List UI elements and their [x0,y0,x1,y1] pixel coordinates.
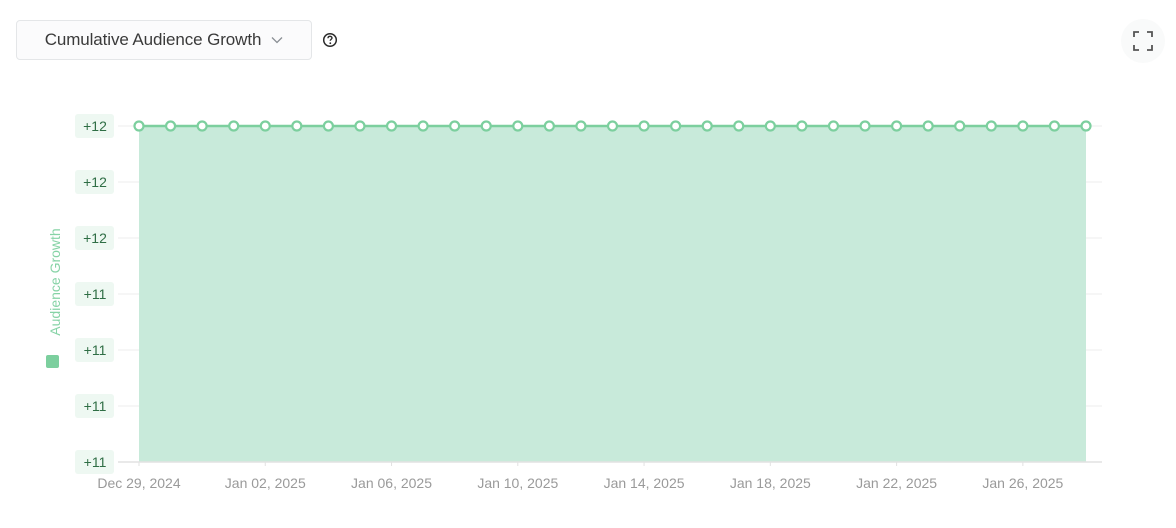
data-point[interactable] [228,120,240,132]
data-point[interactable] [354,120,366,132]
y-tick-label: +11 [84,286,107,302]
data-point[interactable] [322,120,334,132]
data-point[interactable] [638,120,650,132]
data-point[interactable] [385,120,398,132]
x-tick-label: Jan 02, 2025 [225,475,306,491]
data-point[interactable] [449,120,461,132]
y-axis-label: Audience Growth [47,228,63,335]
data-point[interactable] [480,120,492,132]
y-tick-label: +11 [84,398,107,414]
data-point[interactable] [922,120,934,132]
y-axis-ticks: +12 +12 +12 +11 +11 +11 +11 [75,114,114,474]
data-point[interactable] [859,120,871,132]
data-point[interactable] [827,120,840,132]
x-tick-label: Jan 14, 2025 [604,475,685,491]
audience-growth-chart: +12 +12 +12 +11 +11 +11 +11 Dec 29, 2024 Jan 02… [46,114,1102,491]
legend-swatch[interactable] [46,355,59,368]
data-point[interactable] [670,120,682,132]
x-axis-ticks: Dec 29, 2024 Jan 02, 2025 Jan 06, 2025 Jan … [97,462,1064,491]
data-point[interactable] [733,120,745,132]
data-point[interactable] [1080,120,1092,132]
y-tick-label: +11 [84,342,107,358]
x-tick-label: Jan 10, 2025 [477,475,558,491]
data-point[interactable] [701,120,713,132]
data-point[interactable] [133,120,145,132]
y-axis-legend: Audience Growth [46,228,63,368]
data-point[interactable] [954,120,966,132]
data-point[interactable] [512,120,524,132]
y-tick-label: +12 [83,230,107,246]
data-point[interactable] [291,120,303,132]
series-area [139,126,1086,462]
x-tick-label: Dec 29, 2024 [97,475,180,491]
y-tick-label: +11 [84,454,107,470]
y-tick-label: +12 [83,174,107,190]
data-point[interactable] [985,120,997,132]
data-point[interactable] [417,120,429,132]
x-tick-label: Jan 18, 2025 [730,475,811,491]
data-point[interactable] [1048,120,1061,132]
x-tick-label: Jan 06, 2025 [351,475,432,491]
y-tick-label: +12 [83,118,107,134]
x-tick-label: Jan 22, 2025 [856,475,937,491]
data-point[interactable] [259,120,271,132]
data-point[interactable] [1017,120,1029,132]
x-tick-label: Jan 26, 2025 [982,475,1063,491]
data-point[interactable] [164,120,177,132]
data-point[interactable] [543,120,555,132]
data-point[interactable] [606,120,619,132]
data-point[interactable] [796,120,808,132]
data-point[interactable] [196,120,208,132]
data-point[interactable] [764,120,776,132]
data-point[interactable] [575,120,587,132]
data-point[interactable] [890,120,903,132]
